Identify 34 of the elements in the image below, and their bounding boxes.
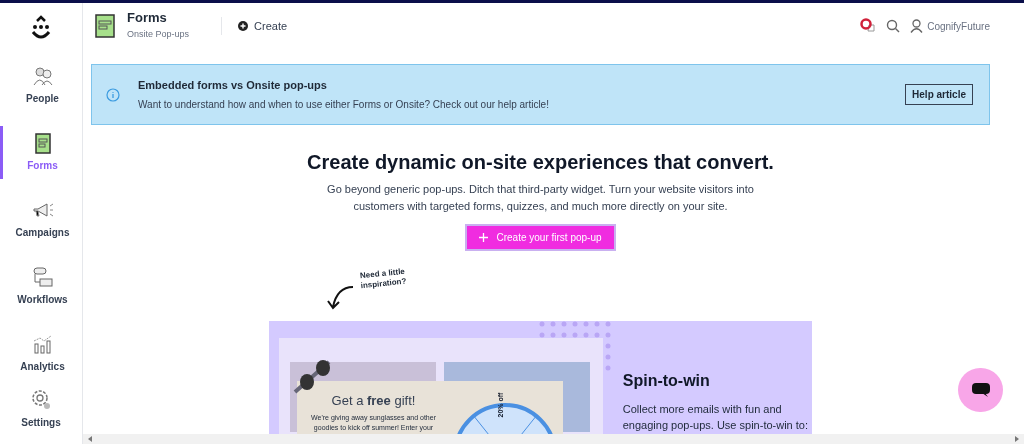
- user-icon[interactable]: [910, 19, 924, 33]
- user-name[interactable]: CognifyFuture: [927, 18, 990, 34]
- settings-label[interactable]: Settings: [21, 415, 61, 430]
- plus-icon: [479, 233, 489, 242]
- page-subtitle: Onsite Pop-ups: [127, 28, 190, 42]
- chat-icon: [970, 382, 991, 398]
- sidebar-item[interactable]: People: [0, 59, 82, 112]
- create-button[interactable]: Create: [238, 17, 288, 35]
- scroll-left-icon[interactable]: [88, 436, 92, 442]
- sidebar-item[interactable]: Workflows: [0, 260, 82, 313]
- banner-text: Want to understand how and when to use either Forms or Onsite? Check out our help article!: [138, 97, 549, 112]
- sidebar-item[interactable]: Forms: [0, 126, 82, 179]
- smiley-logo-icon[interactable]: [30, 15, 52, 41]
- page-title: Forms: [127, 10, 168, 27]
- settings-icon[interactable]: [30, 387, 52, 411]
- annotation-text: Need a little inspiration?: [358, 265, 408, 293]
- sidebar-item[interactable]: Campaigns: [0, 193, 82, 246]
- help-article-button[interactable]: Help article: [905, 84, 973, 105]
- popup-title: Get a free gift!: [331, 393, 416, 409]
- search-icon[interactable]: [886, 19, 901, 33]
- banner-title: Embedded forms vs Onsite pop-ups: [138, 78, 328, 94]
- info-icon: [106, 87, 120, 102]
- sidebar-item[interactable]: Analytics: [0, 327, 82, 380]
- plus-circle-icon: [238, 21, 249, 31]
- showcase-text: Collect more emails with fun and engaging pop-ups. Use spin-to-win to:: [622, 402, 809, 433]
- notification-icon[interactable]: [860, 18, 877, 34]
- hero-text: Go beyond generic pop-ups. Ditch that third-party widget. Turn your website visitors into customers with targeted forms, quizzes, and much more directly on your site.: [326, 182, 755, 214]
- horizontal-scrollbar[interactable]: [83, 434, 1024, 444]
- hero-title: Create dynamic on-site experiences that convert.: [307, 150, 774, 175]
- scroll-right-icon[interactable]: [1015, 436, 1019, 442]
- forms-icon: [95, 14, 115, 38]
- chat-button[interactable]: [958, 368, 1003, 412]
- showcase-title: Spin-to-win: [622, 371, 711, 391]
- workflow-icon: [30, 266, 55, 288]
